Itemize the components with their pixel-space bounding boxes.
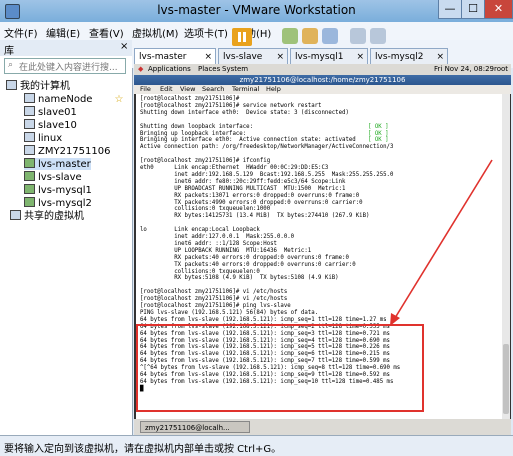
taskbar-terminal-button[interactable]: zmy21751106@localh...: [140, 421, 250, 433]
status-text: 要将输入定向到该虚拟机，请在虚拟机内部单击或按 Ctrl+G。: [4, 444, 282, 455]
annotation-arrow: [390, 159, 493, 326]
guest-taskbar: zmy21751106@localh...: [134, 419, 511, 435]
status-bar: 要将输入定向到该虚拟机，请在虚拟机内部单击或按 Ctrl+G。: [0, 435, 513, 456]
vmware-window: lvs-master - VMware Workstation — ☐ ✕ 文件…: [0, 0, 513, 456]
